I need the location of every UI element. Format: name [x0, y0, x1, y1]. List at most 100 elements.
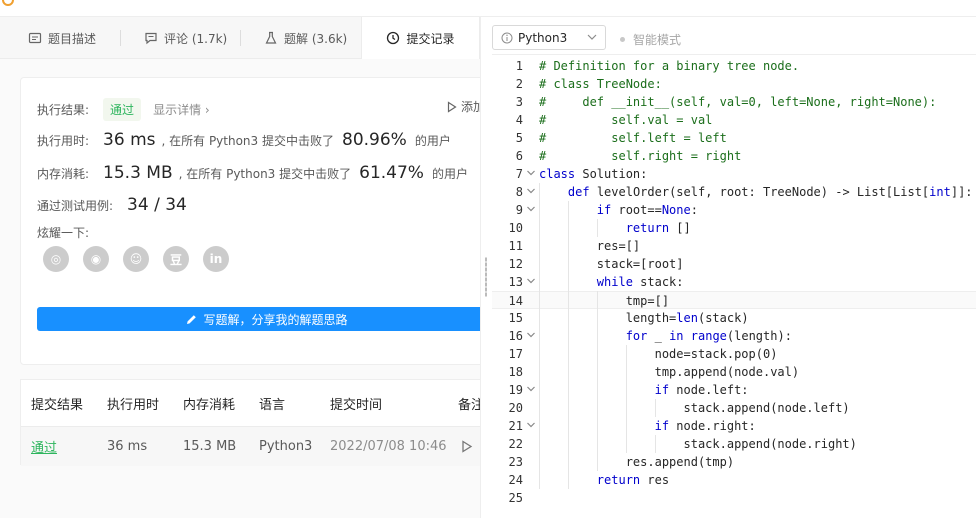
fold-chevron-icon[interactable]: [526, 168, 536, 178]
line-number: 3: [515, 95, 523, 109]
row-note-cell: [461, 427, 473, 466]
indent-guide: [596, 219, 598, 237]
runtime-label: 执行用时:: [37, 134, 90, 148]
indent-guide: [654, 399, 656, 417]
fold-chevron-icon[interactable]: [526, 276, 536, 286]
linkedin-icon[interactable]: in: [203, 246, 229, 272]
line-number: 21: [508, 419, 523, 433]
line-number: 18: [508, 365, 523, 379]
tab-bar: 题目描述 评论 (1.7k) 题解 (3.6k) 提交记录: [0, 17, 480, 59]
flag-icon[interactable]: [461, 439, 473, 454]
line-number: 8: [515, 185, 523, 199]
code-line[interactable]: 13 while stack:: [492, 273, 976, 291]
code-line[interactable]: 19 if node.left:: [492, 381, 976, 399]
code-line[interactable]: 10 return []: [492, 219, 976, 237]
line-number: 25: [508, 491, 523, 505]
fold-chevron-icon[interactable]: [526, 420, 536, 430]
code-text: stack.append(node.right): [539, 437, 857, 451]
line-number: 4: [515, 113, 523, 127]
runtime-text-suffix: 的用户: [414, 134, 451, 148]
code-text: # Definition for a binary tree node.: [539, 59, 800, 73]
code-line[interactable]: 8 def levelOrder(self, root: TreeNode) -…: [492, 183, 976, 201]
code-line[interactable]: 3 # def __init__(self, val=0, left=None, …: [492, 93, 976, 111]
share-icons: ◎ ◉ ☺ 豆 in: [43, 246, 229, 272]
smart-mode-toggle[interactable]: 智能模式: [620, 31, 681, 48]
drag-handle-icon[interactable]: [485, 257, 487, 297]
tab-comments[interactable]: 评论 (1.7k): [144, 17, 227, 59]
line-number: 10: [508, 221, 523, 235]
memory-percent: 61.47%: [359, 163, 424, 183]
row-status-link[interactable]: 通过: [31, 437, 57, 456]
line-number: 22: [508, 437, 523, 451]
chevron-down-icon: [587, 34, 597, 40]
clock-icon: [387, 31, 400, 45]
panel-splitter[interactable]: [480, 17, 492, 518]
code-line[interactable]: 20 stack.append(node.left): [492, 399, 976, 417]
flask-icon: [265, 31, 277, 44]
code-text: # self.right = right: [539, 149, 742, 163]
show-details-link[interactable]: 显示详情 ›: [153, 101, 210, 118]
line-number: 6: [515, 149, 523, 163]
memory-row: 内存消耗: 15.3 MB , 在所有 Python3 提交中击败了 61.47…: [37, 163, 468, 183]
code-line[interactable]: 25: [492, 489, 976, 507]
code-line[interactable]: 18 tmp.append(node.val): [492, 363, 976, 381]
code-line[interactable]: 15 length=len(stack): [492, 309, 976, 327]
wechat-icon[interactable]: ◎: [43, 246, 69, 272]
tab-description[interactable]: 题目描述: [28, 17, 96, 59]
tests-label: 通过测试用例:: [37, 199, 114, 213]
code-line[interactable]: 7 class Solution:: [492, 165, 976, 183]
tab-solutions[interactable]: 题解 (3.6k): [264, 17, 347, 59]
fold-chevron-icon[interactable]: [526, 330, 536, 340]
code-line[interactable]: 11 res=[]: [492, 237, 976, 255]
code-line[interactable]: 16 for _ in range(length):: [492, 327, 976, 345]
tab-submissions[interactable]: 提交记录: [361, 17, 480, 59]
indent-guide: [625, 345, 627, 453]
fold-chevron-icon[interactable]: [526, 204, 536, 214]
code-line[interactable]: 5 # self.left = left: [492, 129, 976, 147]
left-panel: 题目描述 评论 (1.7k) 题解 (3.6k) 提交记录 执行结果: 通过 显…: [0, 17, 480, 518]
code-line[interactable]: 24 return res: [492, 471, 976, 489]
line-number: 14: [508, 294, 523, 308]
logo-icon: [2, 0, 14, 6]
code-text: # class TreeNode:: [539, 77, 662, 91]
code-line[interactable]: 14 tmp=[]: [492, 291, 976, 309]
douban-icon[interactable]: 豆: [163, 246, 189, 272]
line-number: 11: [508, 239, 523, 253]
line-number: 13: [508, 275, 523, 289]
fold-chevron-icon[interactable]: [526, 186, 536, 196]
code-line[interactable]: 1 # Definition for a binary tree node.: [492, 57, 976, 75]
code-line[interactable]: 12 stack=[root]: [492, 255, 976, 273]
code-line[interactable]: 22 stack.append(node.right): [492, 435, 976, 453]
qq-icon[interactable]: ☺: [123, 246, 149, 272]
fold-chevron-icon[interactable]: [526, 384, 536, 394]
tab-divider: [240, 30, 241, 46]
add-note-button[interactable]: 添加备: [447, 98, 480, 115]
code-line[interactable]: 2 # class TreeNode:: [492, 75, 976, 93]
dot-icon: [620, 37, 625, 42]
runtime-row: 执行用时: 36 ms , 在所有 Python3 提交中击败了 80.96% …: [37, 130, 451, 150]
row-status-cell: 通过: [31, 427, 57, 466]
submission-result-card: 执行结果: 通过 显示详情 › 添加备 执行用时: 36 ms , 在所有 Py…: [20, 77, 480, 365]
code-text: return res: [596, 473, 670, 487]
code-line[interactable]: 6 # self.right = right: [492, 147, 976, 165]
code-line[interactable]: 17 node=stack.pop(0): [492, 345, 976, 363]
runtime-percent: 80.96%: [342, 130, 407, 150]
code-line[interactable]: 23 res.append(tmp): [492, 453, 976, 471]
code-line[interactable]: 21 if node.right:: [492, 417, 976, 435]
tab-label: 评论 (1.7k): [164, 31, 228, 46]
row-memory: 15.3 MB: [183, 439, 237, 454]
code-editor: Python3 智能模式 1 # Definition for a binary …: [492, 17, 976, 518]
code-line[interactable]: 4 # self.val = val: [492, 111, 976, 129]
code-line[interactable]: 9 if root==None:: [492, 201, 976, 219]
tab-label: 提交记录: [406, 31, 455, 46]
weibo-icon[interactable]: ◉: [83, 246, 109, 272]
line-number: 17: [508, 347, 523, 361]
result-row: 执行结果: 通过 显示详情 ›: [37, 98, 210, 121]
smart-mode-label: 智能模式: [633, 33, 682, 47]
info-icon: [501, 32, 513, 43]
language-select[interactable]: Python3: [492, 25, 606, 50]
code-text: return []: [625, 221, 691, 235]
row-runtime: 36 ms: [107, 439, 148, 454]
code-text: while stack:: [596, 275, 684, 289]
write-solution-button[interactable]: 写题解，分享我的解题思路: [37, 307, 480, 331]
